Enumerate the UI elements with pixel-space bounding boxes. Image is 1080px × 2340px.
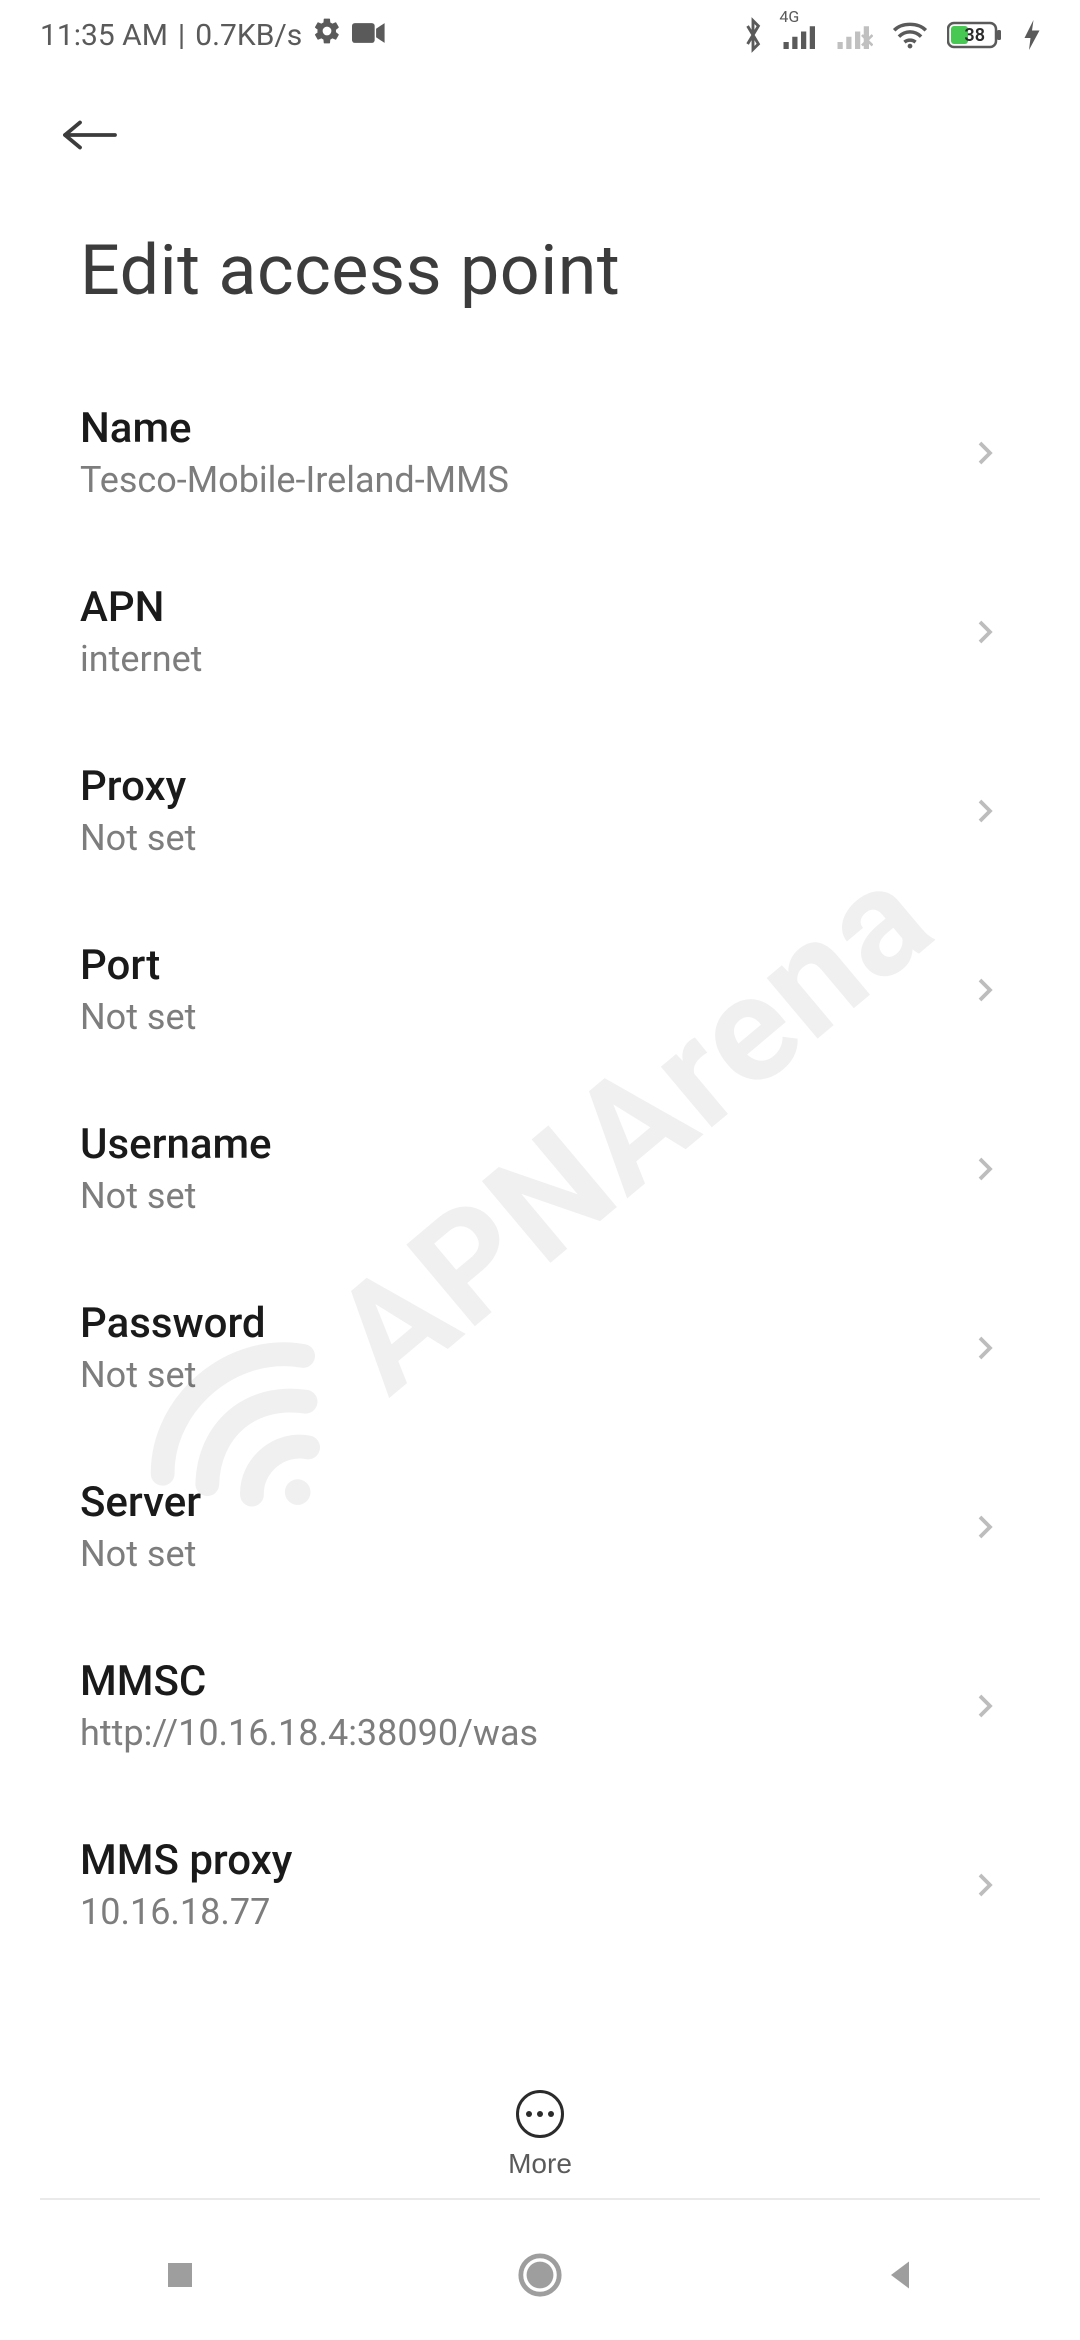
- gear-icon: [312, 16, 342, 54]
- setting-row-text: Username Not set: [80, 1120, 272, 1217]
- battery-pct: 38: [964, 25, 985, 46]
- bluetooth-icon: [741, 17, 765, 53]
- network-label: 4G: [779, 7, 799, 26]
- setting-value: 10.16.18.77: [80, 1891, 292, 1933]
- setting-row-apn[interactable]: APN internet: [80, 541, 1000, 720]
- chevron-right-icon: [970, 1154, 1000, 1184]
- status-right: 4G 38: [741, 17, 1040, 53]
- setting-label: Name: [80, 404, 509, 453]
- setting-row-name[interactable]: Name Tesco-Mobile-Ireland-MMS: [80, 362, 1000, 541]
- bottom-actions: More: [0, 2090, 1080, 2180]
- setting-value: Not set: [80, 817, 196, 859]
- setting-row-proxy[interactable]: Proxy Not set: [80, 720, 1000, 899]
- setting-row-text: Proxy Not set: [80, 762, 196, 859]
- more-button[interactable]: More: [508, 2090, 572, 2180]
- setting-row-text: Name Tesco-Mobile-Ireland-MMS: [80, 404, 509, 501]
- chevron-right-icon: [970, 1691, 1000, 1721]
- setting-value: Not set: [80, 1175, 272, 1217]
- setting-label: Server: [80, 1478, 201, 1527]
- status-data-rate: 0.7KB/s: [195, 18, 302, 53]
- setting-row-password[interactable]: Password Not set: [80, 1257, 1000, 1436]
- back-button[interactable]: [60, 100, 130, 170]
- setting-label: Username: [80, 1120, 272, 1169]
- arrow-left-icon: [60, 115, 120, 155]
- chevron-right-icon: [970, 796, 1000, 826]
- setting-row-text: Port Not set: [80, 941, 196, 1038]
- setting-label: Proxy: [80, 762, 196, 811]
- setting-row-server[interactable]: Server Not set: [80, 1436, 1000, 1615]
- more-icon: [516, 2090, 564, 2138]
- more-label: More: [508, 2148, 572, 2180]
- setting-value: http://10.16.18.4:38090/was: [80, 1712, 538, 1754]
- setting-row-text: MMS proxy 10.16.18.77: [80, 1836, 292, 1933]
- setting-row-text: Server Not set: [80, 1478, 201, 1575]
- setting-label: MMS proxy: [80, 1836, 292, 1885]
- setting-value: internet: [80, 638, 202, 680]
- header: [0, 70, 1080, 180]
- setting-label: MMSC: [80, 1657, 538, 1706]
- chevron-right-icon: [970, 617, 1000, 647]
- chevron-right-icon: [970, 1870, 1000, 1900]
- setting-label: APN: [80, 583, 202, 632]
- chevron-right-icon: [970, 1512, 1000, 1542]
- status-bar: 11:35 AM | 0.7KB/s 4G 38: [0, 0, 1080, 70]
- setting-value: Not set: [80, 996, 196, 1038]
- setting-row-username[interactable]: Username Not set: [80, 1078, 1000, 1257]
- status-left: 11:35 AM | 0.7KB/s: [40, 16, 386, 54]
- setting-row-mmsc[interactable]: MMSC http://10.16.18.4:38090/was: [80, 1615, 1000, 1794]
- setting-row-text: Password Not set: [80, 1299, 266, 1396]
- setting-value: Not set: [80, 1533, 201, 1575]
- status-divider: |: [178, 18, 185, 53]
- charging-icon: [1024, 20, 1040, 50]
- page-title: Edit access point: [0, 180, 1080, 362]
- setting-row-port[interactable]: Port Not set: [80, 899, 1000, 1078]
- signal-nosim-icon: [837, 21, 873, 49]
- setting-row-text: MMSC http://10.16.18.4:38090/was: [80, 1657, 538, 1754]
- signal-4g-icon: 4G: [783, 21, 819, 49]
- chevron-right-icon: [970, 1333, 1000, 1363]
- setting-label: Password: [80, 1299, 266, 1348]
- settings-list: Name Tesco-Mobile-Ireland-MMS APN internet P…: [0, 362, 1080, 1973]
- battery-icon: 38: [947, 20, 1024, 50]
- setting-value: Not set: [80, 1354, 266, 1396]
- camera-icon: [352, 18, 386, 53]
- status-time: 11:35 AM: [40, 18, 168, 53]
- scroll-fade: [0, 2000, 1080, 2060]
- chevron-right-icon: [970, 438, 1000, 468]
- bottom-divider: [40, 2198, 1040, 2200]
- setting-row-mms-proxy[interactable]: MMS proxy 10.16.18.77: [80, 1794, 1000, 1973]
- setting-label: Port: [80, 941, 196, 990]
- wifi-icon: [891, 20, 929, 50]
- setting-value: Tesco-Mobile-Ireland-MMS: [80, 459, 509, 501]
- setting-row-text: APN internet: [80, 583, 202, 680]
- chevron-right-icon: [970, 975, 1000, 1005]
